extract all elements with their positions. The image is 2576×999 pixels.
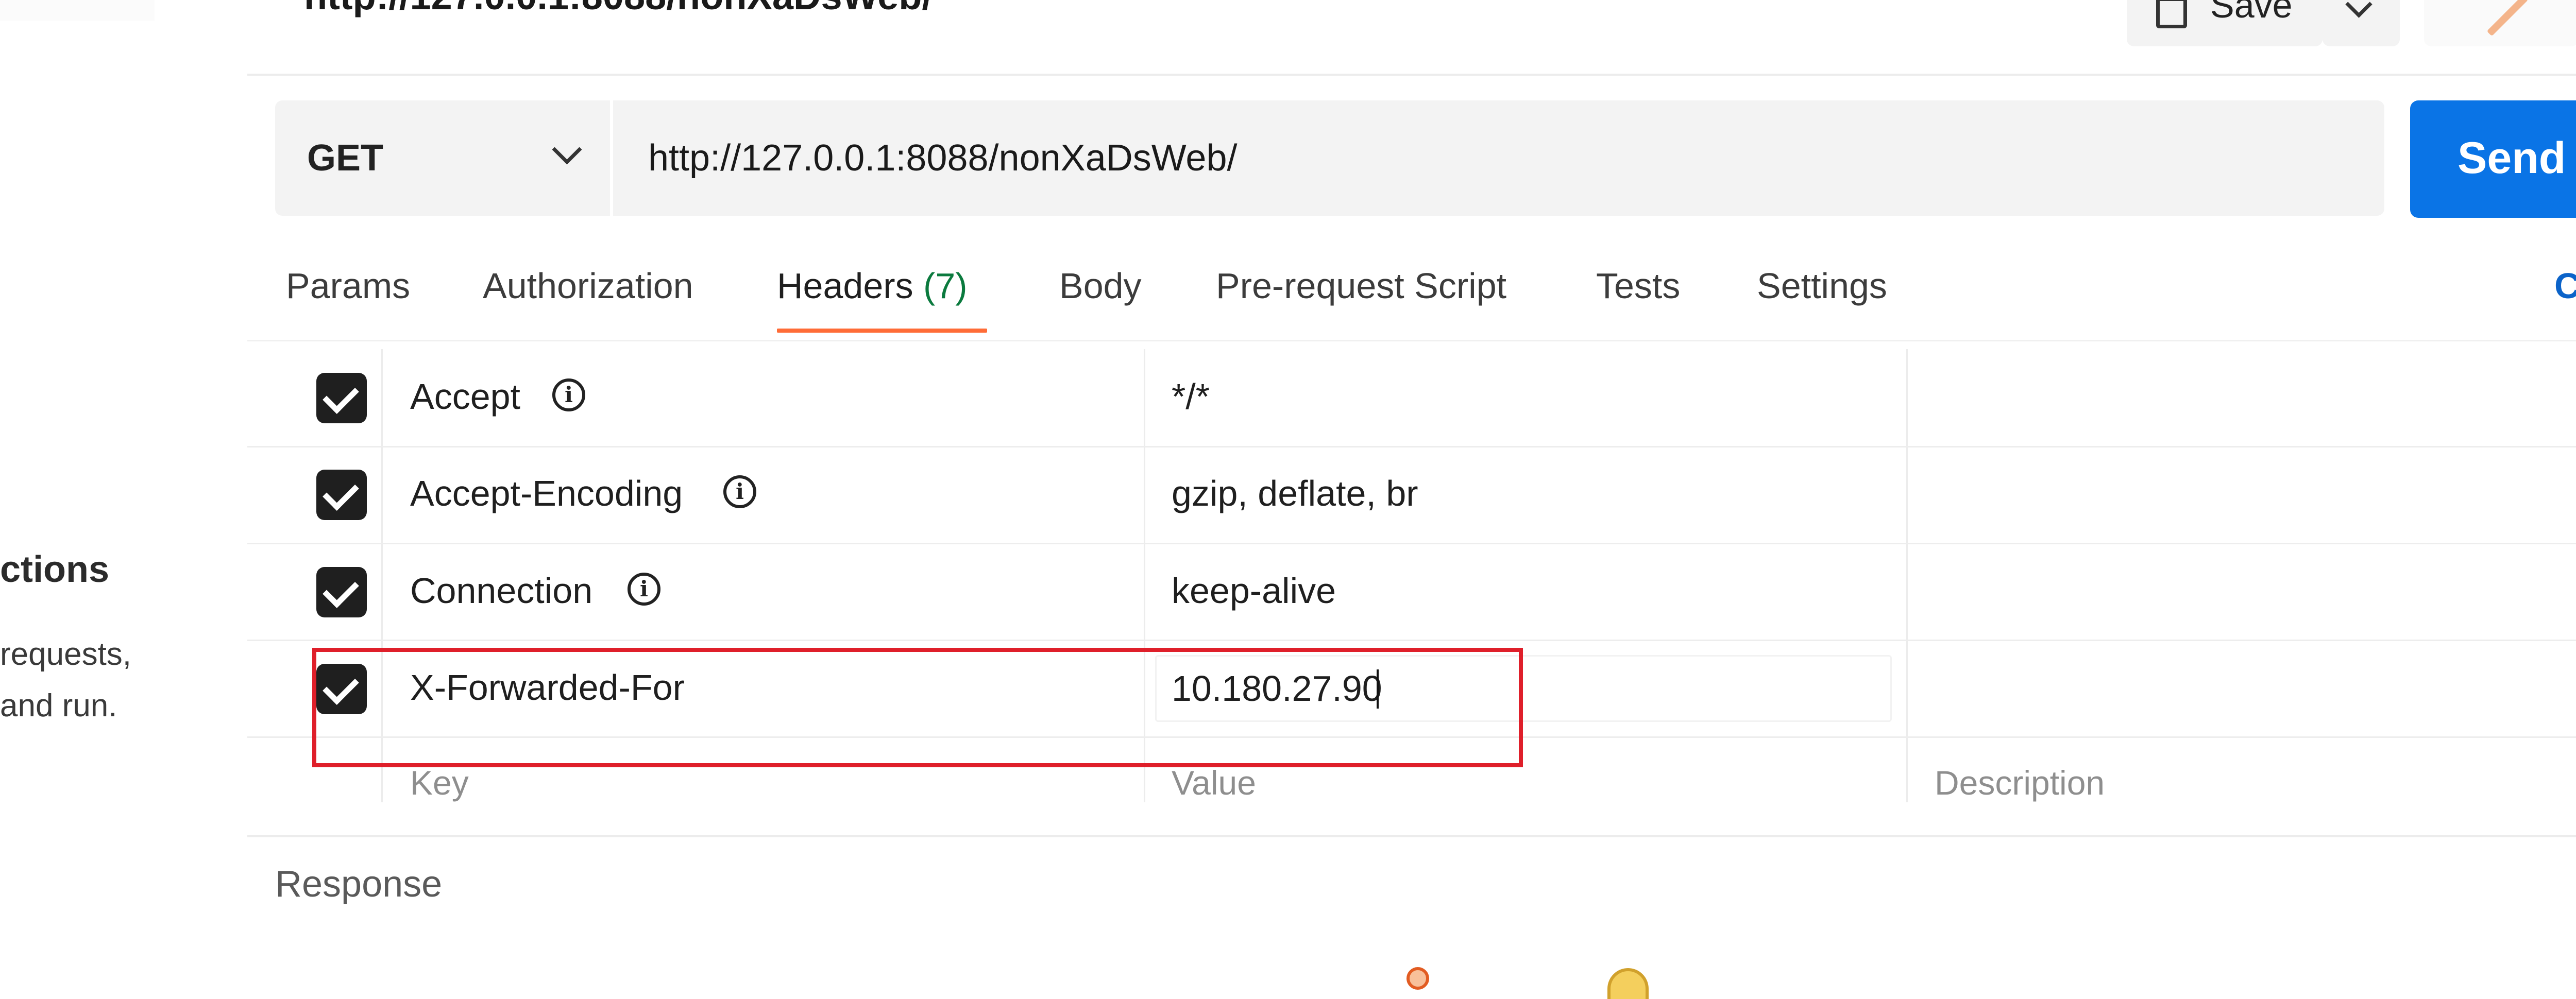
header-row-checkbox[interactable] (316, 567, 367, 617)
new-header-value-input[interactable]: Value (1172, 763, 1256, 802)
response-divider (247, 835, 2576, 837)
info-icon[interactable]: i (552, 378, 585, 411)
illustration-orange-dot (1406, 967, 1429, 990)
info-icon[interactable]: i (723, 475, 756, 508)
sidebar-description-line2: and run. (0, 688, 117, 724)
tab-authorization[interactable]: Authorization (483, 265, 693, 306)
info-icon[interactable]: i (628, 573, 660, 606)
url-input-value: http://127.0.0.1:8088/nonXaDsWeb/ (648, 137, 1238, 179)
sidebar-heading: ctions (0, 549, 110, 590)
new-header-key-input[interactable]: Key (410, 763, 469, 802)
save-icon (2156, 0, 2187, 28)
tabs-divider (247, 340, 2576, 341)
header-row-checkbox[interactable] (316, 373, 367, 423)
tab-body[interactable]: Body (1059, 265, 1142, 306)
request-title[interactable]: http://127.0.0.1:8088/nonXaDsWeb/ (304, 0, 933, 18)
tab-tests[interactable]: Tests (1596, 265, 1680, 306)
illustration-yellow-shape (1607, 968, 1649, 999)
response-section-title: Response (275, 864, 443, 905)
sidebar-header-fragment (0, 0, 155, 21)
table-column-divider (1906, 349, 1908, 802)
header-value[interactable]: gzip, deflate, br (1172, 473, 1418, 514)
tab-settings[interactable]: Settings (1757, 265, 1887, 306)
send-button-label: Send (2458, 133, 2566, 183)
header-key[interactable]: Accept (410, 376, 520, 417)
save-button-label: Save (2210, 0, 2293, 25)
annotation-highlight-box (312, 648, 1523, 767)
table-row-divider (247, 640, 2576, 641)
table-row-divider (247, 446, 2576, 447)
cookies-link[interactable]: Cook (2554, 265, 2576, 306)
tab-headers-count: (7) (923, 266, 968, 306)
header-row-checkbox[interactable] (316, 470, 367, 520)
active-tab-indicator (777, 329, 987, 333)
header-value[interactable]: keep-alive (1172, 570, 1336, 611)
new-header-description-input[interactable]: Description (1935, 763, 2105, 802)
tab-headers[interactable]: Headers (7) (777, 265, 968, 306)
tab-params[interactable]: Params (286, 265, 410, 306)
header-key[interactable]: Connection (410, 570, 592, 611)
header-value[interactable]: */* (1172, 376, 1210, 417)
sidebar-description-line1: requests, (0, 636, 132, 672)
table-row-divider (247, 543, 2576, 544)
header-key[interactable]: Accept-Encoding (410, 473, 683, 514)
tab-pre-request-script[interactable]: Pre-request Script (1216, 265, 1506, 306)
tab-headers-label: Headers (777, 266, 913, 306)
title-divider (247, 74, 2576, 76)
method-value: GET (307, 137, 384, 179)
